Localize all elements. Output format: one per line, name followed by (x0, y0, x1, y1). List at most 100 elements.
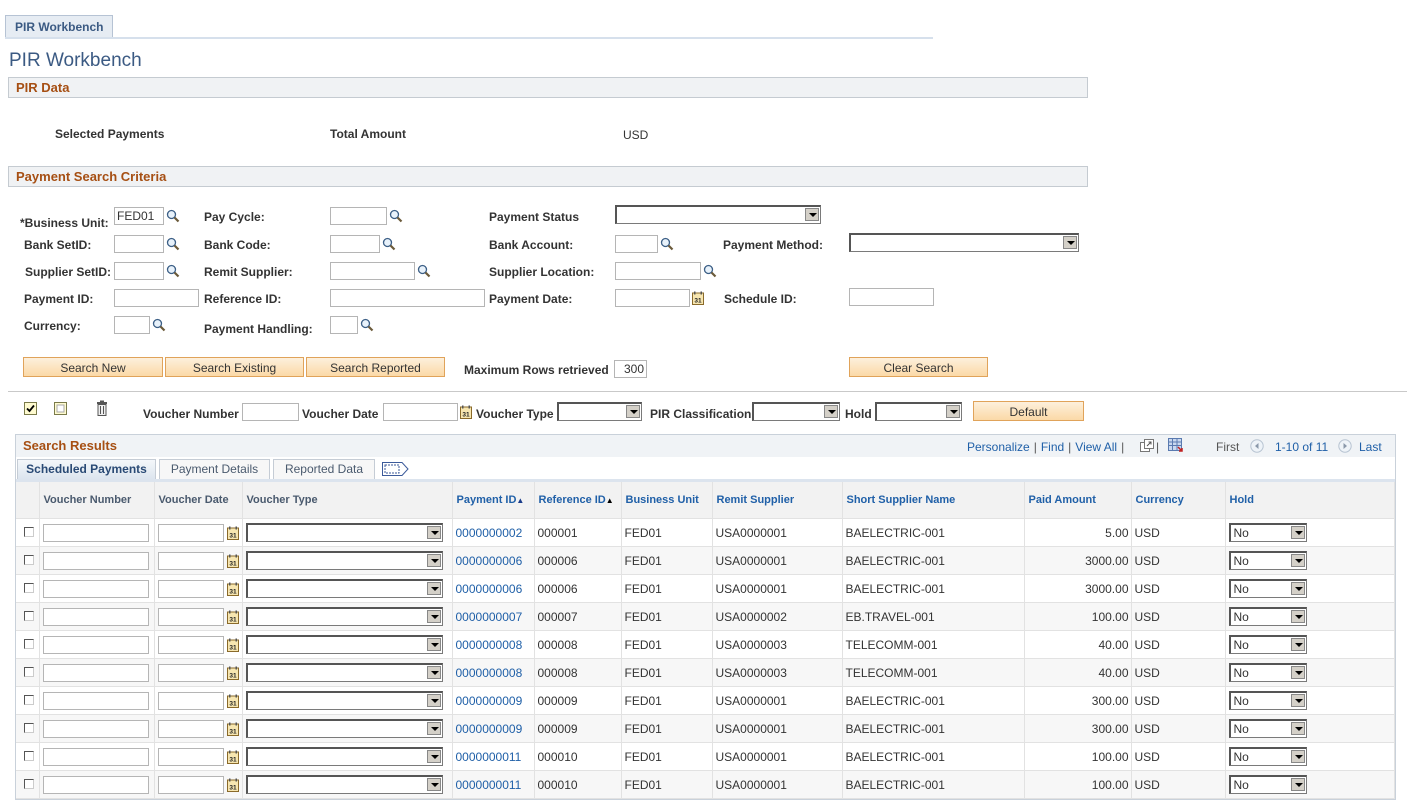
voucher-type-select[interactable] (245, 635, 443, 654)
voucher-type-select[interactable] (245, 607, 443, 626)
voucher-date-input[interactable] (157, 719, 224, 738)
calendar-icon[interactable] (227, 778, 239, 792)
hold-select[interactable]: No (1228, 691, 1307, 710)
pay-cycle-lookup-icon[interactable] (389, 209, 403, 223)
row-checkbox[interactable] (24, 750, 34, 761)
deselect-all-icon[interactable] (54, 402, 67, 415)
max-rows-input[interactable] (614, 360, 647, 378)
search-new-button[interactable]: Search New (23, 357, 163, 377)
col-short-supplier-name[interactable]: Short Supplier Name (842, 482, 1025, 519)
find-link[interactable]: Find (1041, 440, 1064, 454)
search-reported-button[interactable]: Search Reported (306, 357, 445, 377)
supplier-setid-input[interactable] (114, 262, 164, 280)
col-business-unit[interactable]: Business Unit (621, 482, 713, 519)
hold-select[interactable]: No (1228, 775, 1307, 794)
payment-handling-lookup-icon[interactable] (360, 318, 374, 332)
row-checkbox[interactable] (24, 694, 34, 705)
supplier-setid-lookup-icon[interactable] (166, 264, 180, 278)
next-icon[interactable] (1338, 439, 1352, 453)
bank-code-lookup-icon[interactable] (382, 237, 396, 251)
payment-handling-input[interactable] (330, 316, 358, 334)
hold-select[interactable]: No (1228, 579, 1307, 598)
default-button[interactable]: Default (973, 401, 1084, 421)
payment-status-select[interactable] (615, 205, 821, 224)
voucher-date-input[interactable] (157, 663, 224, 682)
voucher-date-input[interactable] (157, 551, 224, 570)
col-payment-id[interactable]: Payment ID▲ (452, 482, 535, 519)
hold-select[interactable]: No (1228, 607, 1307, 626)
business-unit-lookup-icon[interactable] (166, 209, 180, 223)
voucher-type-select[interactable] (245, 551, 443, 570)
voucher-date-input[interactable] (157, 635, 224, 654)
col-reference-id[interactable]: Reference ID▲ (534, 482, 622, 519)
payment-id-link[interactable]: 0000000009 (456, 694, 523, 708)
payment-id-link[interactable]: 0000000007 (456, 610, 523, 624)
calendar-icon[interactable] (227, 554, 239, 568)
voucher-date-input[interactable] (157, 523, 224, 542)
row-checkbox[interactable] (24, 638, 34, 649)
calendar-icon[interactable] (227, 750, 239, 764)
tab-payment-details[interactable]: Payment Details (159, 459, 270, 480)
payment-id-link[interactable]: 0000000006 (456, 582, 523, 596)
show-all-columns-icon[interactable] (382, 462, 410, 476)
bank-account-input[interactable] (615, 235, 658, 253)
currency-lookup-icon[interactable] (152, 318, 166, 332)
hold-select[interactable]: No (1228, 747, 1307, 766)
voucher-date-input[interactable] (157, 607, 224, 626)
row-checkbox[interactable] (24, 666, 34, 677)
last-link[interactable]: Last (1359, 440, 1382, 454)
payment-id-input[interactable] (114, 289, 199, 307)
business-unit-input[interactable] (114, 207, 164, 225)
delete-icon[interactable] (96, 400, 108, 416)
voucher-number-input[interactable] (42, 663, 149, 682)
remit-supplier-input[interactable] (330, 262, 415, 280)
payment-date-input[interactable] (615, 289, 690, 307)
voucher-type-select[interactable] (245, 691, 443, 710)
voucher-number-input[interactable] (42, 747, 149, 766)
voucher-number-input[interactable] (42, 579, 149, 598)
voucher-type-select[interactable] (245, 775, 443, 794)
tab-reported-data[interactable]: Reported Data (273, 459, 375, 480)
tab-pir-workbench[interactable]: PIR Workbench (5, 15, 114, 38)
select-all-icon[interactable] (24, 402, 37, 415)
payment-id-link[interactable]: 0000000011 (456, 750, 522, 764)
hold-select[interactable]: No (1228, 523, 1307, 542)
voucher-number-input[interactable] (42, 635, 149, 654)
voucher-type-select[interactable] (245, 747, 443, 766)
payment-id-link[interactable]: 0000000009 (456, 722, 523, 736)
bank-setid-input[interactable] (114, 235, 164, 253)
voucher-number-input[interactable] (42, 523, 149, 542)
search-existing-button[interactable]: Search Existing (165, 357, 304, 377)
remit-supplier-lookup-icon[interactable] (417, 264, 431, 278)
payment-id-link[interactable]: 0000000011 (456, 778, 522, 792)
payment-id-link[interactable]: 0000000002 (456, 526, 523, 540)
row-checkbox[interactable] (24, 722, 34, 733)
col-voucher-date[interactable]: Voucher Date (154, 482, 243, 519)
new-window-icon[interactable] (1140, 439, 1154, 452)
reference-id-input[interactable] (330, 289, 485, 307)
col-remit-supplier[interactable]: Remit Supplier (712, 482, 843, 519)
supplier-location-input[interactable] (615, 262, 701, 280)
payment-id-link[interactable]: 0000000008 (456, 666, 523, 680)
mass-voucher-number-input[interactable] (242, 403, 299, 421)
row-checkbox[interactable] (24, 610, 34, 621)
currency-input[interactable] (114, 316, 150, 334)
voucher-number-input[interactable] (42, 607, 149, 626)
bank-account-lookup-icon[interactable] (660, 237, 674, 251)
voucher-number-input[interactable] (42, 775, 149, 794)
mass-hold-select[interactable] (875, 402, 962, 421)
voucher-type-select[interactable] (245, 663, 443, 682)
calendar-icon[interactable] (227, 582, 239, 596)
col-paid-amount[interactable]: Paid Amount (1024, 482, 1132, 519)
col-hold[interactable]: Hold (1225, 482, 1395, 519)
row-checkbox[interactable] (24, 582, 34, 593)
voucher-date-input[interactable] (157, 775, 224, 794)
voucher-number-input[interactable] (42, 719, 149, 738)
schedule-id-input[interactable] (849, 288, 934, 306)
calendar-icon[interactable] (227, 722, 239, 736)
row-checkbox[interactable] (24, 554, 34, 565)
row-checkbox[interactable] (24, 526, 34, 537)
pay-cycle-input[interactable] (330, 207, 387, 225)
row-checkbox[interactable] (24, 778, 34, 789)
voucher-date-input[interactable] (157, 747, 224, 766)
